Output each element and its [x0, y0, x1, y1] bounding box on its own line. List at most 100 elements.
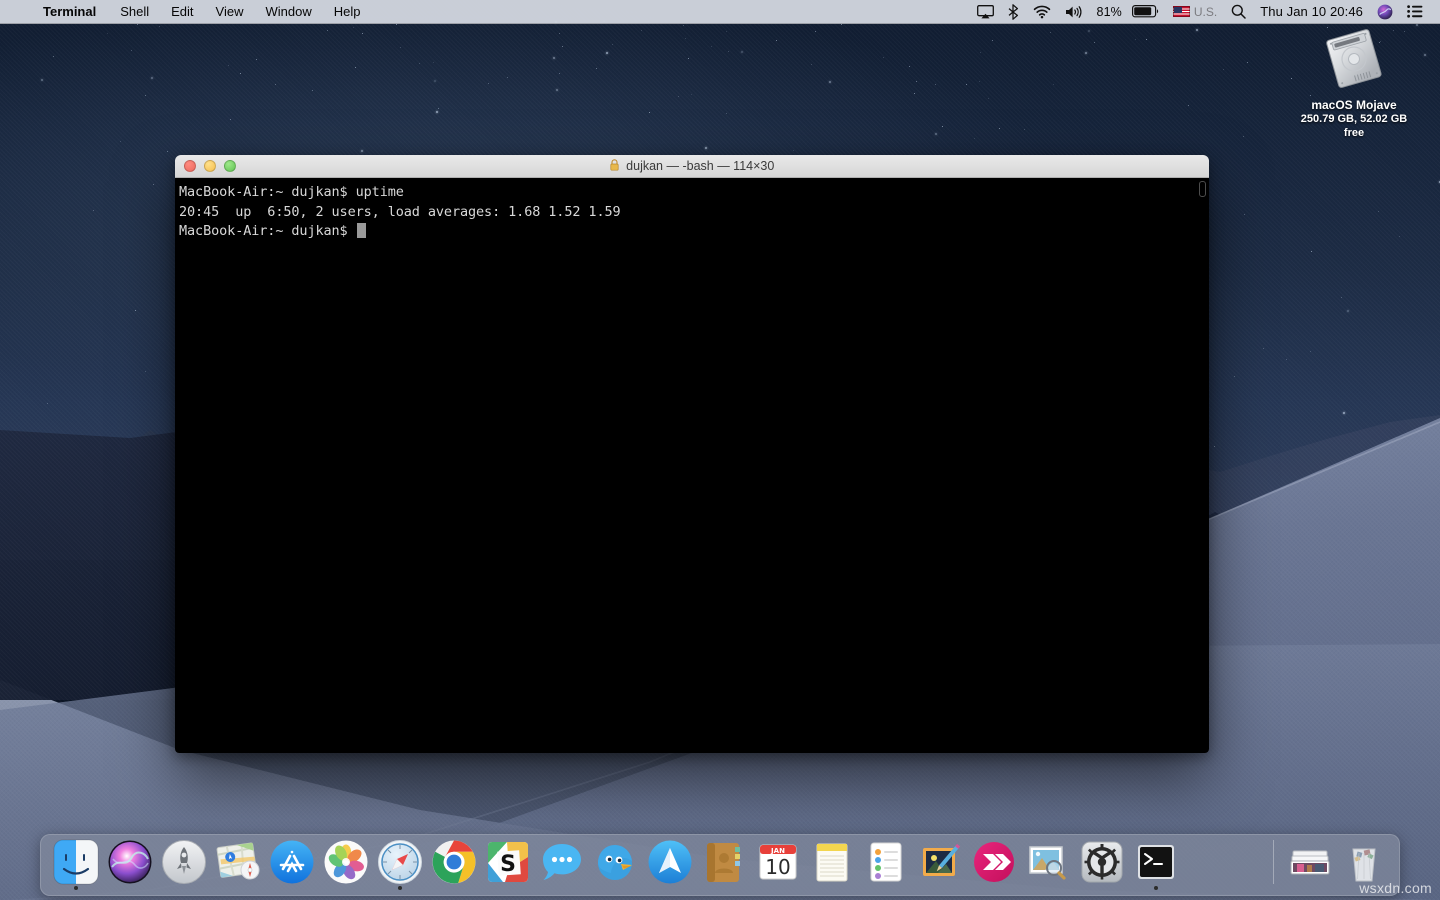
- desktop-disk-icon[interactable]: macOS Mojave 250.79 GB, 52.02 GB free: [1290, 28, 1418, 140]
- star: [1247, 62, 1248, 63]
- terminal-prompt-line[interactable]: MacBook-Air:~ dujkan$: [179, 222, 1209, 242]
- running-indicator-dot: [398, 886, 402, 890]
- wifi-icon[interactable]: [1026, 5, 1058, 19]
- dock-item-image-capture[interactable]: [1021, 835, 1075, 891]
- dock-item-preview[interactable]: [913, 835, 967, 891]
- volume-icon[interactable]: [1058, 5, 1090, 19]
- battery-icon[interactable]: [1125, 5, 1166, 18]
- star: [1244, 214, 1245, 215]
- star: [1188, 105, 1189, 106]
- star: [935, 84, 936, 85]
- star: [612, 44, 613, 45]
- menu-item-help[interactable]: Help: [323, 0, 372, 24]
- input-source-flag-icon[interactable]: U.S.: [1166, 0, 1224, 24]
- lock-icon: [610, 159, 622, 173]
- star: [1378, 211, 1379, 212]
- star: [167, 151, 168, 152]
- star: [688, 58, 689, 59]
- star: [1085, 52, 1087, 54]
- dock-item-terminal[interactable]: [1129, 835, 1183, 891]
- dock-item-contacts[interactable]: [697, 835, 751, 891]
- dock-item-maps[interactable]: [211, 835, 265, 891]
- dock-item-siri[interactable]: [103, 835, 157, 891]
- dock-item-twitter[interactable]: [589, 835, 643, 891]
- dock-separator: [1273, 840, 1274, 884]
- star: [691, 94, 692, 95]
- star: [131, 50, 132, 51]
- siri-icon[interactable]: [1370, 4, 1400, 20]
- running-indicator-dot: [74, 886, 78, 890]
- terminal-line-1: MacBook-Air:~ dujkan$ uptime: [179, 183, 1209, 203]
- star: [562, 46, 563, 47]
- airplay-icon[interactable]: [970, 5, 1001, 19]
- star: [793, 150, 794, 151]
- disk-capacity-label: 250.79 GB, 52.02 GB free: [1290, 112, 1418, 140]
- dock-item-app-store[interactable]: [265, 835, 319, 891]
- terminal-line-2: 20:45 up 6:50, 2 users, load averages: 1…: [179, 203, 1209, 223]
- twitter-bird-icon: [593, 839, 639, 885]
- spotlight-search-icon[interactable]: [1224, 4, 1253, 19]
- menu-item-terminal[interactable]: Terminal: [34, 0, 109, 24]
- dock-item-messages[interactable]: [535, 835, 589, 891]
- dock-item-downloads-stack[interactable]: [1283, 835, 1337, 891]
- menu-item-shell[interactable]: Shell: [109, 0, 160, 24]
- dock-item-photos[interactable]: [319, 835, 373, 891]
- menu-bar[interactable]: Terminal Shell Edit View Window Help: [0, 0, 1440, 24]
- dock-item-safari[interactable]: [373, 835, 427, 891]
- star: [811, 64, 812, 65]
- star: [1135, 39, 1136, 40]
- star: [1399, 236, 1400, 237]
- star: [1347, 310, 1349, 312]
- battery-percentage[interactable]: 81%: [1090, 0, 1125, 24]
- dock-item-launchpad[interactable]: [157, 835, 211, 891]
- star: [228, 65, 229, 66]
- apple-logo-icon[interactable]: [12, 4, 34, 19]
- dock-item-hyper[interactable]: [967, 835, 1021, 891]
- star: [1416, 24, 1418, 26]
- star: [275, 84, 276, 85]
- menu-item-view[interactable]: View: [205, 0, 255, 24]
- terminal-body[interactable]: MacBook-Air:~ dujkan$ uptime 20:45 up 6:…: [175, 178, 1209, 753]
- dock-item-calendar[interactable]: JAN 10: [751, 835, 805, 891]
- window-traffic-lights: [175, 160, 236, 172]
- star: [641, 30, 642, 31]
- dock-item-system-preferences[interactable]: [1075, 835, 1129, 891]
- menu-item-window[interactable]: Window: [255, 0, 323, 24]
- star: [1094, 42, 1095, 43]
- star: [914, 93, 915, 94]
- close-button[interactable]: [184, 160, 196, 172]
- star: [649, 112, 650, 113]
- star: [1243, 136, 1244, 137]
- terminal-window[interactable]: dujkan — -bash — 114×30 MacBook-Air:~ du…: [175, 155, 1209, 753]
- terminal-scrollbar[interactable]: [1199, 181, 1206, 197]
- bluetooth-icon[interactable]: [1001, 4, 1026, 20]
- minimize-button[interactable]: [204, 160, 216, 172]
- terminal-title-bar[interactable]: dujkan — -bash — 114×30: [175, 155, 1209, 178]
- star: [327, 30, 328, 31]
- dock-item-finder[interactable]: [49, 835, 103, 891]
- downloads-stack-icon: [1287, 839, 1333, 885]
- star: [596, 68, 597, 69]
- hyper-icon: [971, 839, 1017, 885]
- star: [685, 38, 686, 39]
- notification-center-icon[interactable]: [1400, 5, 1430, 18]
- menu-item-edit[interactable]: Edit: [160, 0, 204, 24]
- star: [151, 77, 153, 79]
- dock-item-spark-mail[interactable]: [643, 835, 697, 891]
- terminal-dock-icon: [1133, 839, 1179, 885]
- star: [436, 111, 438, 113]
- menu-bar-clock[interactable]: Thu Jan 10 20:46: [1253, 0, 1370, 24]
- zoom-button[interactable]: [224, 160, 236, 172]
- star: [135, 310, 136, 311]
- star: [107, 33, 108, 34]
- dock[interactable]: S: [40, 834, 1400, 896]
- stickies-icon: [809, 839, 855, 885]
- maps-icon: [215, 839, 261, 885]
- dock-item-slack[interactable]: S: [481, 835, 535, 891]
- dock-item-stickies[interactable]: [805, 835, 859, 891]
- dock-item-google-chrome[interactable]: [427, 835, 481, 891]
- terminal-prompt: MacBook-Air:~ dujkan$: [179, 223, 356, 239]
- dock-item-reminders[interactable]: [859, 835, 913, 891]
- star: [935, 133, 937, 135]
- star: [41, 79, 43, 81]
